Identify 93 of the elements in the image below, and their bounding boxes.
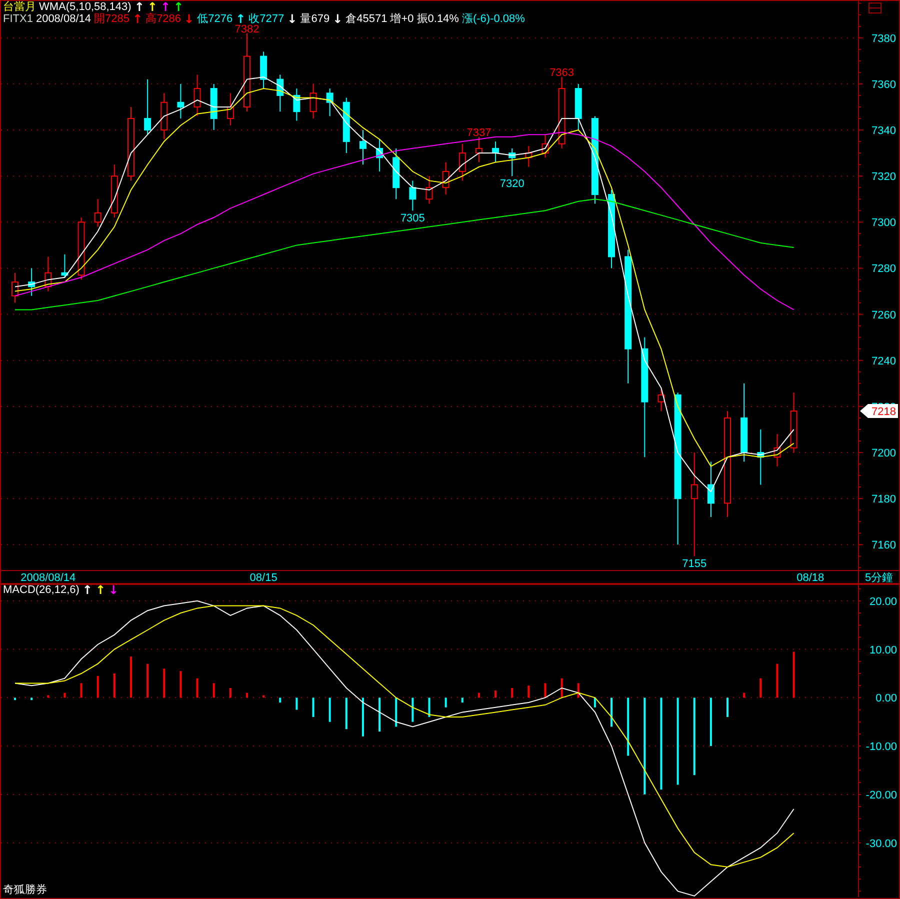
axis-label: 7380 <box>872 32 896 45</box>
legend-arrow: ↑ <box>95 584 106 596</box>
indicator-label: WMA(5,10,58,143) <box>39 1 132 13</box>
timeframe-label[interactable]: 5分鐘 <box>864 572 894 584</box>
candlestick <box>144 78 152 136</box>
candlestick <box>790 392 798 454</box>
candlestick <box>409 180 416 212</box>
window-icon[interactable] <box>868 2 882 14</box>
candlestick <box>492 141 500 163</box>
quote-value: FITX1 <box>3 13 33 25</box>
candlestick <box>475 136 482 163</box>
axis-label: -10.00 <box>866 741 897 754</box>
axis-label: 7260 <box>872 309 896 322</box>
axis-label: 7340 <box>872 125 896 137</box>
legend-arrow: ↓ <box>108 584 119 596</box>
candlestick <box>276 74 284 112</box>
candlestick <box>342 97 350 154</box>
candlestick <box>78 217 85 280</box>
candlestick <box>226 92 234 126</box>
candlestick <box>110 164 118 218</box>
legend-arrow: ↑ <box>174 1 184 13</box>
candlestick <box>392 148 400 200</box>
quote-value: 漲(-6)-0.08% <box>462 13 525 25</box>
axis-label: 7160 <box>872 540 896 552</box>
legend-arrow: ↑ <box>160 1 171 13</box>
quote-value: ↓ <box>287 13 298 25</box>
quote-value: 2008/08/14 <box>36 13 92 25</box>
quote-value: 收7277 <box>248 13 284 25</box>
candlestick <box>210 83 218 130</box>
quote-value: ↓ <box>332 13 343 25</box>
indicator-label: MACD(26,12,6) <box>3 584 80 596</box>
quote-value: ↓ <box>184 13 194 25</box>
quote-value: 開7285 <box>94 13 130 25</box>
axis-label: 7320 <box>872 171 896 184</box>
candlestick <box>160 92 168 140</box>
candlestick <box>442 162 450 195</box>
legend-arrow: ↑ <box>134 1 144 13</box>
candlestick <box>757 428 764 486</box>
axis-label: 10.00 <box>869 644 897 656</box>
candlestick <box>508 148 516 177</box>
quote-value: 量679 <box>300 13 330 25</box>
axis-label: -30.00 <box>866 838 897 850</box>
price-annotation: 7305 <box>400 212 425 225</box>
quote-value: 倉45571 <box>346 13 388 25</box>
candlestick <box>194 74 201 117</box>
axis-label: 20.00 <box>869 596 897 608</box>
axis-label: 0.00 <box>876 692 897 705</box>
candlestick <box>94 198 102 228</box>
quote-value: 高7286 <box>146 13 182 25</box>
candlestick <box>774 434 781 467</box>
legend-arrow: ↑ <box>147 1 158 13</box>
axis-label: 7240 <box>872 355 896 368</box>
axis-label: 7200 <box>872 448 896 460</box>
price-tag: 7218 <box>860 404 898 418</box>
candlestick <box>293 88 300 122</box>
candlestick <box>61 254 68 278</box>
candlestick <box>525 146 532 168</box>
candlestick <box>376 138 384 172</box>
quote-value: ↑ <box>132 13 143 25</box>
candlestick <box>707 461 714 518</box>
price-annotation: 7320 <box>500 178 524 190</box>
date-label: 2008/08/14 <box>20 572 76 584</box>
candlestick <box>658 388 665 412</box>
candlestick <box>28 268 36 296</box>
candlestick <box>574 83 582 130</box>
candlestick <box>44 256 52 292</box>
candlestick <box>12 272 18 304</box>
candlestick <box>260 51 268 90</box>
price-annotation: 7363 <box>550 67 574 80</box>
axis-label: 7180 <box>872 494 896 506</box>
candlestick <box>177 83 184 119</box>
price-annotation: 7337 <box>466 126 492 139</box>
price-annotation: 7155 <box>682 558 707 570</box>
candlestick <box>310 83 317 119</box>
candlestick <box>326 88 334 117</box>
axis-label: 7360 <box>872 78 896 91</box>
brand-label: 奇狐勝券 <box>3 883 47 897</box>
quote-value: 增+0 <box>390 13 414 25</box>
candlestick <box>458 143 466 182</box>
candlestick <box>542 134 549 158</box>
candlestick <box>426 176 433 204</box>
date-label: 08/15 <box>250 572 278 584</box>
quote-value: 低7276 <box>197 13 233 25</box>
axis-label: -20.00 <box>866 789 897 802</box>
legend-arrow: ↑ <box>82 584 92 596</box>
instrument-title: 台當月 <box>3 1 36 13</box>
price-annotation: 7382 <box>234 23 260 36</box>
candlestick <box>359 130 366 166</box>
date-label: 08/18 <box>796 572 824 584</box>
axis-label: 7280 <box>872 263 896 276</box>
axis-label: 7300 <box>872 217 896 230</box>
quote-value: ↑ <box>236 13 246 25</box>
quote-value: 振0.14% <box>416 13 459 25</box>
